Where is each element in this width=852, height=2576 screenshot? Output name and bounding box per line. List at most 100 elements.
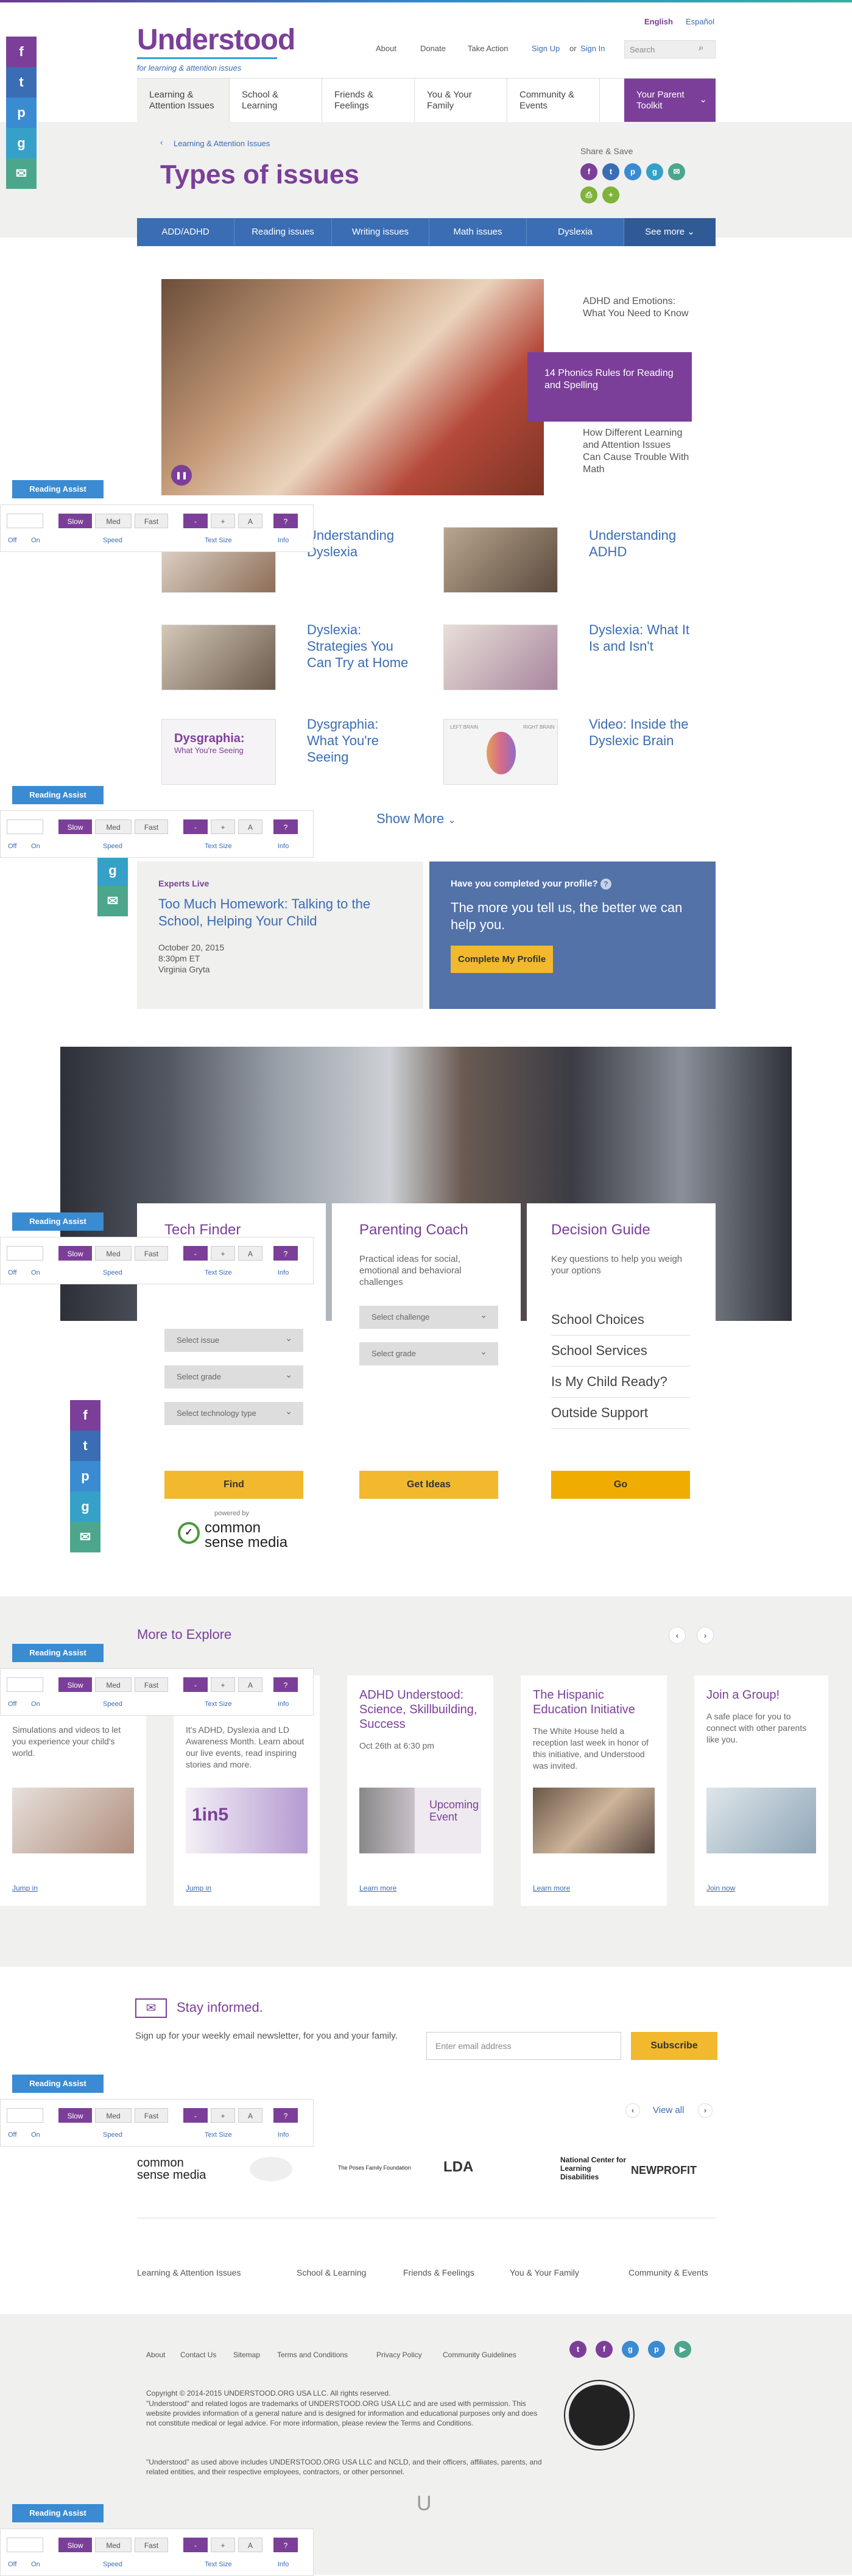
info-button[interactable]: ? — [273, 2538, 298, 2552]
footer-privacy[interactable]: Privacy Policy — [376, 2350, 422, 2360]
footer-about[interactable]: About — [146, 2350, 165, 2360]
text-size-reset[interactable]: A — [238, 1677, 262, 1692]
info-button[interactable]: ? — [273, 1677, 298, 1692]
nav-school[interactable]: School & Learning — [230, 79, 322, 122]
speed-med-button[interactable]: Med — [95, 2108, 132, 2123]
pause-icon[interactable]: ❚❚ — [171, 465, 192, 486]
speed-fast-button[interactable]: Fast — [135, 514, 168, 528]
text-size-reset[interactable]: A — [238, 2108, 262, 2123]
speed-fast-button[interactable]: Fast — [135, 1677, 168, 1692]
guide-link-school-services[interactable]: School Services — [551, 1336, 690, 1367]
lang-spanish[interactable]: Español — [686, 17, 714, 26]
tab-writing[interactable]: Writing issues — [332, 218, 429, 246]
partner-logo-2[interactable] — [250, 2157, 292, 2181]
info-button[interactable]: ? — [273, 819, 298, 834]
facebook-icon[interactable]: f — [70, 1400, 100, 1431]
footer-terms[interactable]: Terms and Conditions — [277, 2350, 348, 2360]
chevron-left-icon[interactable]: ‹ — [669, 1627, 686, 1644]
donate-link[interactable]: Donate — [420, 44, 446, 53]
partner-newprofit[interactable]: NEWPROFIT — [631, 2164, 697, 2177]
select-grade-tech[interactable]: Select grade — [164, 1365, 303, 1389]
card-title-5[interactable]: Dysgraphia: What You're Seeing — [307, 716, 410, 765]
toggle-switch[interactable] — [7, 1677, 43, 1692]
go-button[interactable]: Go — [551, 1471, 690, 1499]
text-size-minus[interactable]: - — [183, 2108, 208, 2123]
logo[interactable]: Understood — [137, 23, 295, 57]
pinterest-icon[interactable]: p — [70, 1461, 100, 1491]
youtube-icon[interactable]: ▶ — [674, 2341, 691, 2358]
experts-title[interactable]: Too Much Homework: Talking to the School… — [158, 896, 402, 930]
tab-adhd[interactable]: ADD/ADHD — [137, 218, 234, 246]
text-size-plus[interactable]: + — [211, 2108, 235, 2123]
find-button[interactable]: Find — [164, 1471, 303, 1499]
feature-link-1[interactable]: ADHD and Emotions: What You Need to Know — [583, 295, 689, 320]
twitter-icon[interactable]: t — [70, 1431, 100, 1461]
more-card-4[interactable]: The Hispanic Education Initiative The Wh… — [521, 1675, 667, 1906]
facebook-icon[interactable]: f — [596, 2341, 613, 2358]
thumb-strategies[interactable] — [161, 625, 276, 690]
more-card-3[interactable]: ADHD Understood: Science, Skillbuilding,… — [347, 1675, 493, 1906]
speed-slow-button[interactable]: Slow — [58, 514, 92, 528]
footer-link-friends[interactable]: Friends & Feelings — [403, 2268, 474, 2277]
nav-community[interactable]: Community & Events — [507, 79, 600, 122]
toggle-switch[interactable] — [7, 514, 43, 528]
chevron-left-icon[interactable]: ‹ — [625, 2103, 640, 2118]
speed-fast-button[interactable]: Fast — [135, 2538, 168, 2552]
card-title-6[interactable]: Video: Inside the Dyslexic Brain — [589, 716, 699, 749]
googleplus-icon[interactable]: g — [6, 128, 37, 158]
reading-assist-button[interactable]: Reading Assist — [12, 2504, 104, 2522]
pinterest-icon[interactable]: p — [624, 163, 641, 180]
tab-math[interactable]: Math issues — [429, 218, 527, 246]
guide-link-outside-support[interactable]: Outside Support — [551, 1398, 690, 1429]
twitter-icon[interactable]: t — [602, 163, 619, 180]
get-ideas-button[interactable]: Get Ideas — [359, 1471, 498, 1499]
info-button[interactable]: ? — [273, 2108, 298, 2123]
toggle-switch[interactable] — [7, 2538, 43, 2552]
thumb-brain[interactable]: LEFT BRAIN RIGHT BRAIN — [443, 719, 558, 785]
partner-common-sense[interactable]: common sense media — [137, 2157, 210, 2181]
select-technology[interactable]: Select technology type — [164, 1402, 303, 1425]
card-title-2[interactable]: Understanding ADHD — [589, 527, 686, 560]
reading-assist-button[interactable]: Reading Assist — [12, 1644, 104, 1662]
info-button[interactable]: ? — [273, 514, 298, 528]
email-icon[interactable]: ✉ — [668, 163, 685, 180]
chevron-right-icon[interactable]: › — [698, 2103, 713, 2118]
footer-link-family[interactable]: You & Your Family — [510, 2268, 579, 2277]
show-more-button[interactable]: Show More ⌄ — [376, 811, 456, 827]
partner-poses[interactable]: The Poses Family Foundation — [338, 2165, 411, 2171]
tab-see-more[interactable]: See more ⌄ — [624, 218, 716, 246]
reading-assist-button[interactable]: Reading Assist — [12, 786, 104, 804]
save-icon[interactable]: + — [602, 186, 619, 203]
text-size-reset[interactable]: A — [238, 819, 262, 834]
feature-link-2[interactable]: 14 Phonics Rules for Reading and Spellin… — [527, 352, 692, 422]
pinterest-icon[interactable]: p — [6, 97, 37, 128]
card-title-4[interactable]: Dyslexia: What It Is and Isn't — [589, 621, 692, 654]
more-card-link[interactable]: Join now — [706, 1884, 735, 1892]
more-card-link[interactable]: Learn more — [359, 1884, 396, 1892]
text-size-minus[interactable]: - — [183, 2538, 208, 2552]
select-challenge[interactable]: Select challenge — [359, 1306, 498, 1329]
footer-link-learning[interactable]: Learning & Attention Issues — [137, 2268, 241, 2277]
more-card-link[interactable]: Learn more — [533, 1884, 570, 1892]
googleplus-icon[interactable]: g — [646, 163, 663, 180]
text-size-minus[interactable]: - — [183, 1677, 208, 1692]
speed-med-button[interactable]: Med — [95, 819, 132, 834]
thumb-dyslexia-what[interactable] — [443, 625, 558, 690]
more-card-link[interactable]: Jump in — [186, 1884, 211, 1892]
speed-med-button[interactable]: Med — [95, 514, 132, 528]
nav-learning[interactable]: Learning & Attention Issues — [137, 79, 230, 122]
text-size-minus[interactable]: - — [183, 514, 208, 528]
complete-profile-button[interactable]: Complete My Profile — [451, 946, 554, 973]
nav-family[interactable]: You & Your Family — [415, 79, 507, 122]
print-icon[interactable]: ⎙ — [580, 186, 597, 203]
text-size-plus[interactable]: + — [211, 2538, 235, 2552]
email-input[interactable]: Enter email address — [426, 2032, 621, 2060]
reading-assist-button[interactable]: Reading Assist — [12, 480, 104, 498]
toggle-switch[interactable] — [7, 2108, 43, 2123]
reading-assist-button[interactable]: Reading Assist — [12, 2075, 104, 2093]
googleplus-icon[interactable]: g — [622, 2341, 639, 2358]
text-size-plus[interactable]: + — [211, 514, 235, 528]
speed-slow-button[interactable]: Slow — [58, 819, 92, 834]
view-all-link[interactable]: View all — [653, 2105, 684, 2115]
speed-slow-button[interactable]: Slow — [58, 2538, 92, 2552]
